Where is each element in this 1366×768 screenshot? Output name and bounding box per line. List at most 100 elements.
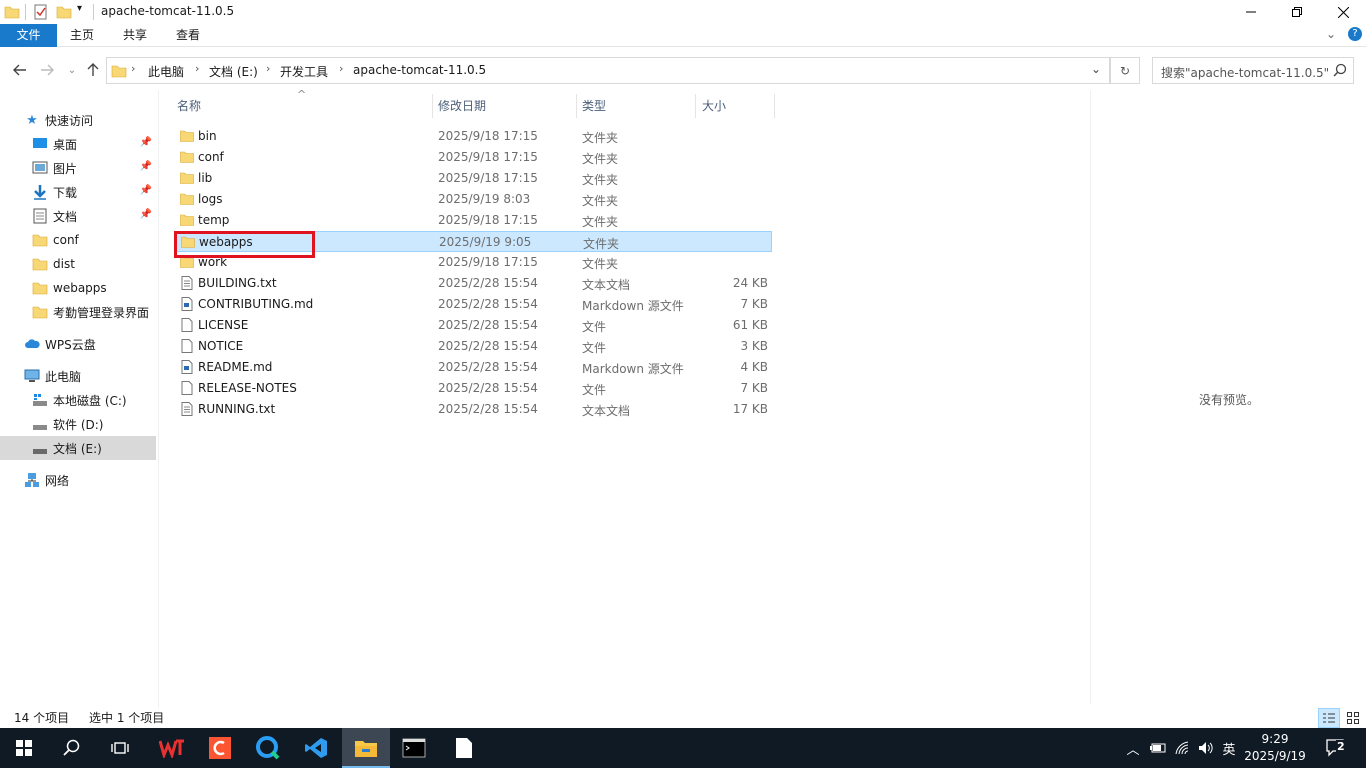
sidebar-item-quick-access[interactable]: ★ 快速访问 — [24, 108, 156, 132]
file-row[interactable]: BUILDING.txt 2025/2/28 15:54 文本文档 24 KB — [174, 273, 772, 294]
file-type: 文件 — [582, 341, 607, 355]
file-row[interactable]: README.md 2025/2/28 15:54 Markdown 源文件 4 KB — [174, 357, 772, 378]
notification-center-button[interactable]: 2 — [1322, 728, 1350, 768]
folder-icon — [111, 65, 127, 78]
tab-file[interactable]: 文件 — [0, 24, 57, 47]
refresh-button[interactable]: ↻ — [1110, 57, 1140, 84]
taskbar-browser[interactable] — [244, 728, 292, 768]
back-button[interactable] — [10, 58, 30, 82]
sidebar-item-attendance[interactable]: 考勤管理登录界面 — [0, 300, 156, 324]
clock[interactable]: 9:29 2025/9/19 — [1240, 731, 1310, 765]
ime-indicator[interactable]: 英 — [1218, 728, 1240, 768]
column-size[interactable]: 大小 — [702, 94, 726, 118]
sidebar-item-webapps[interactable]: webapps — [0, 276, 156, 300]
pane-divider[interactable] — [158, 90, 159, 708]
breadcrumb-drive-e[interactable]: 文档 (E:) — [209, 63, 258, 80]
file-row[interactable]: RELEASE-NOTES 2025/2/28 15:54 文件 7 KB — [174, 378, 772, 399]
battery-button[interactable] — [1148, 728, 1168, 768]
sidebar-item-drive-d[interactable]: 软件 (D:) — [0, 412, 156, 436]
preview-message: 没有预览。 — [1199, 393, 1260, 407]
network-icon — [25, 473, 39, 487]
column-type[interactable]: 类型 — [582, 94, 606, 118]
ribbon-expand-icon[interactable]: ⌄ — [1326, 27, 1336, 41]
address-dropdown-icon[interactable]: ⌄ — [1091, 62, 1101, 76]
taskbar-wps[interactable] — [148, 728, 196, 768]
qa-dropdown-icon[interactable]: ▾ — [77, 3, 82, 19]
sidebar-item-this-pc[interactable]: 此电脑 — [0, 364, 156, 388]
sidebar-item-documents[interactable]: 文档 📌 — [0, 204, 156, 228]
file-row[interactable]: LICENSE 2025/2/28 15:54 文件 61 KB — [174, 315, 772, 336]
file-row[interactable]: logs 2025/9/19 8:03 文件夹 — [174, 189, 772, 210]
taskbar-search-button[interactable] — [48, 728, 96, 768]
sidebar-item-dist[interactable]: dist — [0, 252, 156, 276]
star-icon: ★ — [26, 112, 38, 128]
file-row[interactable]: bin 2025/9/18 17:15 文件夹 — [174, 126, 772, 147]
column-divider[interactable] — [576, 94, 577, 118]
taskbar-terminal[interactable] — [390, 728, 438, 768]
start-button[interactable] — [0, 728, 48, 768]
help-icon[interactable]: ? — [1348, 27, 1362, 41]
column-divider[interactable] — [774, 94, 775, 118]
large-icons-view-button[interactable] — [1342, 708, 1364, 728]
show-hidden-icons-button[interactable]: ︿ — [1124, 728, 1142, 768]
file-row[interactable]: RUNNING.txt 2025/2/28 15:54 文本文档 17 KB — [174, 399, 772, 420]
preview-divider[interactable] — [1090, 90, 1091, 704]
details-view-button[interactable] — [1318, 708, 1340, 728]
column-divider[interactable] — [432, 94, 433, 118]
file-row[interactable]: temp 2025/9/18 17:15 文件夹 — [174, 210, 772, 231]
recent-locations-button[interactable]: ⌄ — [62, 58, 82, 82]
sidebar-item-conf[interactable]: conf — [0, 228, 156, 252]
sidebar-item-pictures[interactable]: 图片 📌 — [0, 156, 156, 180]
properties-icon[interactable] — [33, 4, 49, 20]
sidebar-item-wps-cloud[interactable]: WPS云盘 — [0, 332, 156, 356]
column-divider[interactable] — [695, 94, 696, 118]
item-count: 14 个项目 — [14, 711, 70, 725]
column-name[interactable]: 名称 — [177, 94, 201, 118]
taskbar-csdn[interactable] — [196, 728, 244, 768]
folder-icon — [180, 192, 194, 206]
close-button[interactable] — [1320, 0, 1366, 24]
sidebar-item-network[interactable]: 网络 — [0, 468, 156, 492]
large-icons-view-icon — [1347, 712, 1359, 724]
title-bar: ▾ apache-tomcat-11.0.5 — [0, 0, 1366, 24]
task-view-button[interactable] — [96, 728, 144, 768]
desktop-icon — [33, 138, 47, 148]
restore-button[interactable] — [1274, 0, 1320, 24]
breadcrumb-current[interactable]: apache-tomcat-11.0.5 — [353, 63, 486, 77]
sidebar-item-label: 网络 — [45, 473, 70, 488]
up-button[interactable] — [83, 58, 103, 82]
folder-icon — [32, 282, 48, 295]
breadcrumb-this-pc[interactable]: 此电脑 — [148, 63, 184, 80]
file-row[interactable]: NOTICE 2025/2/28 15:54 文件 3 KB — [174, 336, 772, 357]
tab-share[interactable]: 共享 — [115, 24, 155, 47]
folder-icon[interactable] — [4, 4, 20, 20]
taskbar-notepad[interactable] — [440, 728, 488, 768]
taskbar-vscode[interactable] — [292, 728, 340, 768]
file-type: 文本文档 — [582, 278, 631, 292]
sidebar-item-drive-c[interactable]: 本地磁盘 (C:) — [0, 388, 156, 412]
tab-home[interactable]: 主页 — [62, 24, 102, 47]
folder-icon — [32, 234, 48, 247]
sidebar-item-label: 文档 (E:) — [53, 441, 102, 456]
breadcrumb-dev-tools[interactable]: 开发工具 — [280, 63, 328, 80]
volume-button[interactable] — [1196, 728, 1216, 768]
forward-button[interactable] — [37, 58, 57, 82]
file-row[interactable]: CONTRIBUTING.md 2025/2/28 15:54 Markdown 源… — [174, 294, 772, 315]
new-folder-icon[interactable] — [56, 4, 72, 20]
sidebar-item-downloads[interactable]: 下载 📌 — [0, 180, 156, 204]
sidebar-item-label: 桌面 — [53, 137, 78, 152]
file-date: 2025/2/28 15:54 — [438, 318, 538, 332]
wifi-icon — [1175, 741, 1189, 755]
network-status-button[interactable] — [1173, 728, 1193, 768]
file-row[interactable]: lib 2025/9/18 17:15 文件夹 — [174, 168, 772, 189]
sidebar-item-desktop[interactable]: 桌面 📌 — [0, 132, 156, 156]
tab-view[interactable]: 查看 — [168, 24, 208, 47]
minimize-button[interactable] — [1228, 0, 1274, 24]
search-input[interactable]: 搜索"apache-tomcat-11.0.5" — [1152, 57, 1354, 84]
column-date[interactable]: 修改日期 — [438, 94, 486, 118]
address-bar[interactable]: › 此电脑 › 文档 (E:) › 开发工具 › apache-tomcat-1… — [106, 57, 1110, 84]
file-row[interactable]: conf 2025/9/18 17:15 文件夹 — [174, 147, 772, 168]
markdown-file-icon — [180, 360, 194, 374]
sidebar-item-drive-e[interactable]: 文档 (E:) — [0, 436, 156, 460]
taskbar-file-explorer[interactable] — [342, 728, 390, 768]
